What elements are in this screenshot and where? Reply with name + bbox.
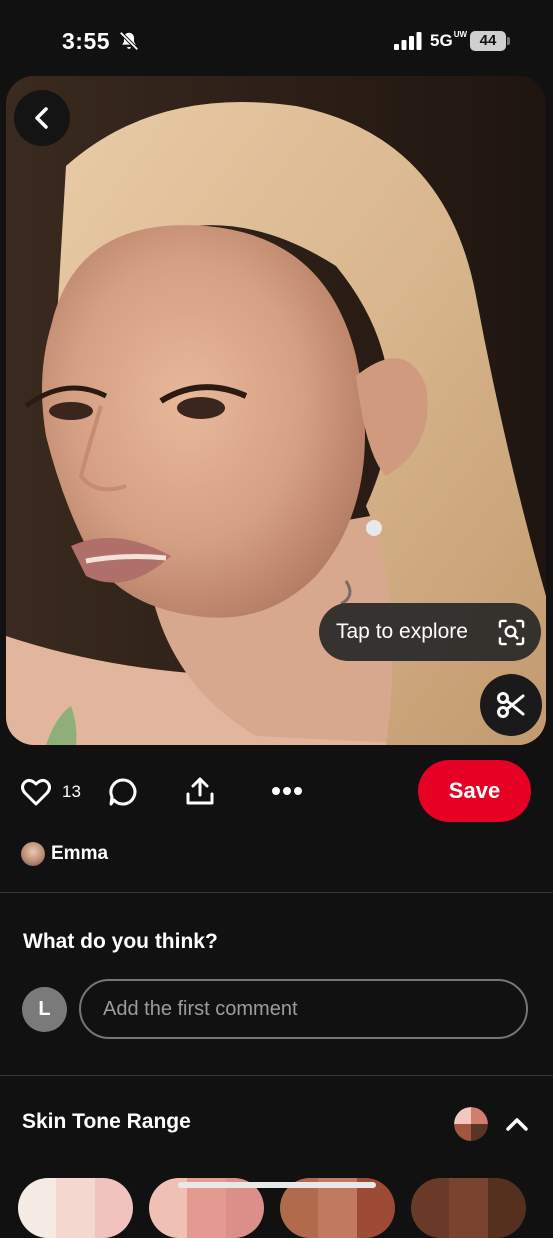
explore-label: Tap to explore — [336, 620, 468, 643]
user-avatar: L — [22, 987, 67, 1032]
signal-icon — [394, 32, 422, 50]
pin-action-row: 13 Save — [0, 760, 553, 824]
visual-search-icon — [498, 619, 525, 646]
skin-tone-swatch[interactable] — [18, 1178, 133, 1238]
chevron-up-icon[interactable] — [504, 1111, 530, 1137]
scissors-icon — [497, 692, 525, 718]
network-badge: UW — [453, 30, 468, 39]
comment-input[interactable] — [79, 979, 528, 1039]
chevron-left-icon — [35, 107, 48, 129]
skin-tone-indicator-icon — [454, 1107, 488, 1141]
back-button[interactable] — [14, 90, 70, 146]
comments-prompt: What do you think? — [23, 930, 218, 953]
more-options-icon[interactable] — [271, 786, 303, 796]
status-bar: 3:55 5GUW 44 — [0, 0, 553, 80]
skin-tone-swatch[interactable] — [411, 1178, 526, 1238]
creator-name: Emma — [51, 843, 109, 864]
cutout-button[interactable] — [480, 674, 542, 736]
divider — [0, 892, 553, 893]
save-button[interactable]: Save — [418, 760, 531, 822]
creator-link[interactable]: Emma — [21, 841, 108, 867]
bell-muted-icon — [119, 31, 139, 51]
share-icon[interactable] — [185, 776, 215, 806]
network-type: 5GUW — [430, 30, 468, 51]
status-time: 3:55 — [62, 28, 111, 54]
creator-avatar — [21, 842, 45, 866]
skin-tone-title: Skin Tone Range — [22, 1110, 191, 1133]
divider — [0, 1075, 553, 1076]
battery-nub — [507, 37, 510, 45]
comment-icon[interactable] — [108, 777, 138, 807]
battery-icon: 44 — [470, 31, 506, 51]
home-indicator[interactable] — [178, 1182, 376, 1188]
tap-to-explore-button[interactable]: Tap to explore — [319, 603, 541, 661]
heart-icon[interactable] — [21, 778, 51, 806]
like-count: 13 — [62, 782, 81, 801]
